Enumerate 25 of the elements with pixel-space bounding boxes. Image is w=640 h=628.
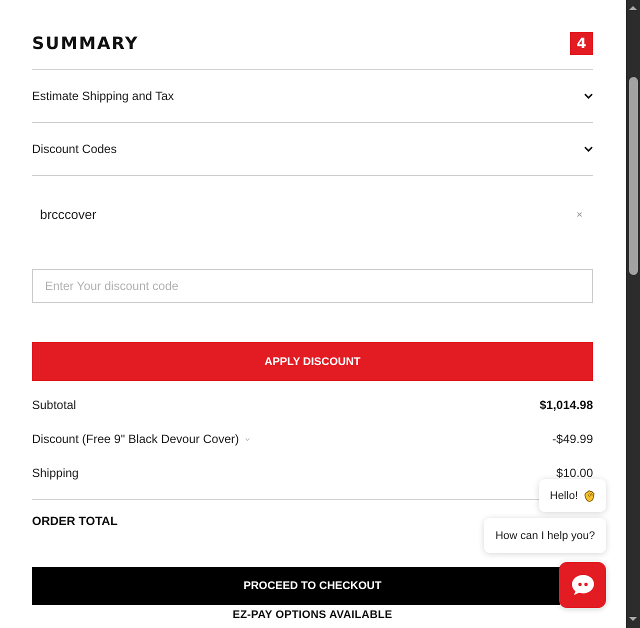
scroll-down-icon[interactable] [629, 617, 637, 621]
summary-title: SUMMARY [32, 34, 139, 54]
total-label: Shipping [32, 466, 79, 480]
chevron-down-icon [584, 146, 593, 152]
scroll-up-icon[interactable] [629, 6, 637, 10]
chat-message-text: How can I help you? [495, 530, 595, 542]
remove-icon[interactable] [577, 212, 582, 216]
total-value: -$49.99 [552, 432, 593, 446]
total-label: Discount (Free 9" Black Devour Cover) [32, 432, 239, 446]
item-count-badge: 4 [570, 32, 593, 55]
scrollbar-thumb[interactable] [628, 77, 638, 275]
payment-options-text: EZ-PAY OPTIONS AVAILABLE [232, 608, 392, 622]
discount-code-field[interactable]: Enter Your discount code [32, 269, 593, 303]
chat-message-text: Hello! [550, 490, 578, 502]
total-label: Subtotal [32, 398, 76, 412]
total-label: ORDER TOTAL [32, 514, 118, 528]
applied-code-text: brcccover [40, 206, 96, 222]
checkout-button[interactable]: PROCEED TO CHECKOUT [32, 567, 560, 605]
apply-discount-button[interactable]: APPLY DISCOUNT [32, 342, 593, 381]
waving-hand-icon [583, 490, 595, 502]
chat-button[interactable] [559, 562, 606, 608]
chevron-down-icon [584, 93, 593, 99]
chat-icon [570, 574, 594, 596]
total-value: $10.00 [556, 466, 593, 480]
total-value: $1,014.98 [540, 398, 593, 412]
